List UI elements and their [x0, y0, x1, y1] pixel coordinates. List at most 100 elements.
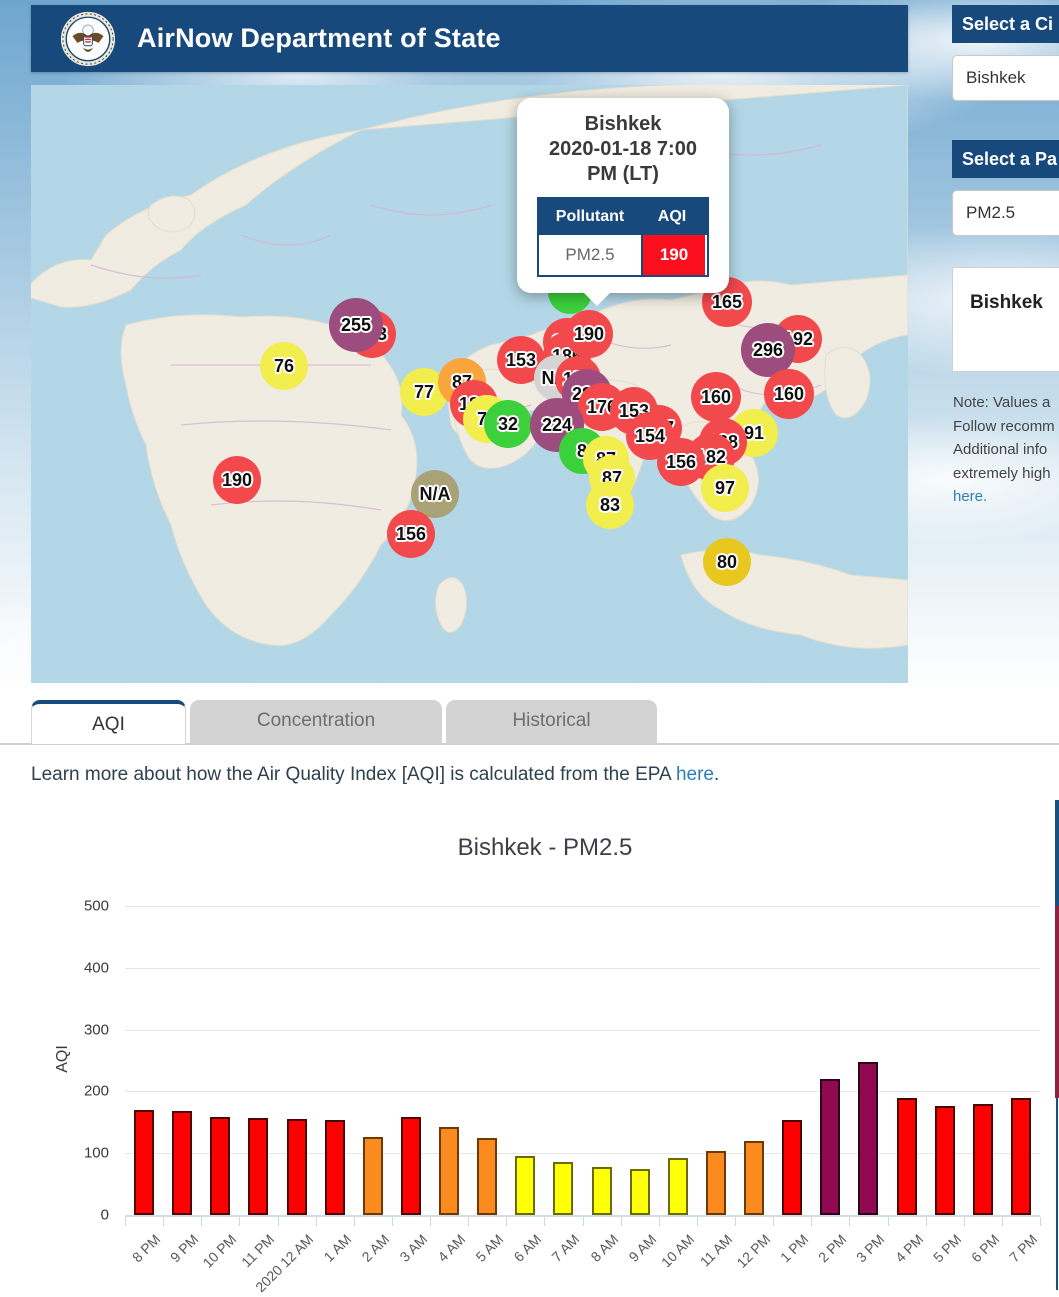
popup-pointer: [583, 292, 611, 306]
bar-2-pm[interactable]: [820, 1079, 840, 1215]
x-axis-tick-label: 7 PM: [1006, 1231, 1040, 1265]
x-axis-tick: [392, 1217, 393, 1226]
epa-here-link[interactable]: here: [676, 764, 714, 785]
popup-col-aqi: AQI: [641, 199, 703, 235]
x-axis-tick-label: 5 PM: [930, 1231, 964, 1265]
x-axis-tick: [163, 1217, 164, 1226]
popup-aqi-value: 190: [643, 235, 705, 275]
page-title: AirNow Department of State: [137, 23, 501, 54]
bar-8-am[interactable]: [592, 1167, 612, 1215]
bar-9-pm[interactable]: [172, 1111, 192, 1215]
aqi-map-marker[interactable]: 83: [586, 481, 634, 529]
gridline: [125, 1091, 1040, 1092]
aqi-map-marker[interactable]: 160: [691, 372, 741, 422]
airnow-page: AirNow Department of State Select a Ci B…: [0, 0, 1059, 1297]
aqi-map-marker[interactable]: 76: [260, 342, 308, 390]
note-text: Note: Values aFollow recommAdditional in…: [953, 394, 1055, 482]
bar-1-am[interactable]: [325, 1120, 345, 1215]
parameter-select[interactable]: PM2.5: [952, 190, 1059, 236]
aqi-map-marker[interactable]: 80: [703, 538, 751, 586]
y-axis-label: AQI: [54, 1045, 72, 1073]
x-axis-tick-label: 4 PM: [891, 1231, 925, 1265]
select-parameter-header: Select a Pa: [952, 140, 1059, 178]
x-axis-tick-label: 8 PM: [129, 1231, 163, 1265]
gridline: [125, 968, 1040, 969]
x-axis-tick: [278, 1217, 279, 1226]
select-city-header: Select a Ci: [952, 5, 1059, 43]
aqi-map-marker[interactable]: 156: [657, 438, 705, 486]
aqi-map-marker[interactable]: 160: [764, 369, 814, 419]
bar-5-pm[interactable]: [935, 1106, 955, 1215]
map-popup: Bishkek 2020-01-18 7:00 PM (LT) Pollutan…: [517, 98, 729, 293]
aqi-map-marker[interactable]: 32: [484, 400, 532, 448]
city-select[interactable]: Bishkek: [952, 55, 1059, 101]
y-axis-tick-label: 300: [55, 1021, 109, 1038]
x-axis-tick-label: 9 PM: [167, 1231, 201, 1265]
y-axis-tick-label: 200: [55, 1083, 109, 1100]
x-axis-tick-label: 9 AM: [625, 1231, 659, 1265]
x-axis-tick: [964, 1217, 965, 1226]
bar-2-am[interactable]: [363, 1137, 383, 1215]
bar-4-pm[interactable]: [897, 1098, 917, 1215]
x-axis-tick: [773, 1217, 774, 1226]
bar-7-am[interactable]: [553, 1162, 573, 1215]
tab-aqi[interactable]: AQI: [31, 700, 186, 744]
popup-col-pollutant: Pollutant: [539, 199, 641, 235]
aqi-map-marker[interactable]: 190: [565, 310, 613, 358]
note-line: extremely high: [953, 465, 1051, 482]
popup-pollutant-value: PM2.5: [539, 235, 643, 275]
y-axis-tick-label: 100: [55, 1145, 109, 1162]
note-line: Additional info: [953, 441, 1047, 458]
x-axis-tick: [125, 1217, 126, 1226]
tab-concentration[interactable]: Concentration: [190, 700, 442, 744]
aqi-map-marker[interactable]: 255: [329, 298, 383, 352]
world-aqi-map[interactable]: 1532557677871817832153197186190N/A156288…: [31, 85, 908, 683]
bar-1-pm[interactable]: [782, 1120, 802, 1215]
bar-11-am[interactable]: [706, 1151, 726, 1215]
bar-3-pm[interactable]: [858, 1062, 878, 1215]
x-axis-tick-label: 6 AM: [511, 1231, 545, 1265]
x-axis-tick-label: 10 AM: [658, 1231, 697, 1270]
bar-6-pm[interactable]: [973, 1104, 993, 1215]
bar-10-pm[interactable]: [210, 1117, 230, 1215]
x-axis-tick: [926, 1217, 927, 1226]
right-edge-legend-strip: [1056, 1098, 1058, 1290]
x-axis-tick-label: 8 AM: [587, 1231, 621, 1265]
y-axis-tick-label: 400: [55, 959, 109, 976]
bar-11-pm[interactable]: [248, 1118, 268, 1215]
x-axis-tick: [583, 1217, 584, 1226]
bar-9-am[interactable]: [630, 1169, 650, 1215]
aqi-map-marker[interactable]: 97: [701, 464, 749, 512]
bar-5-am[interactable]: [477, 1138, 497, 1215]
bar-10-am[interactable]: [668, 1158, 688, 1215]
note-line: Note: Values a: [953, 394, 1050, 411]
bar-2020-12-am[interactable]: [287, 1119, 307, 1215]
x-axis-tick: [239, 1217, 240, 1226]
x-axis-tick: [659, 1217, 660, 1226]
x-axis-tick: [1002, 1217, 1003, 1226]
bar-3-am[interactable]: [401, 1117, 421, 1215]
note-here-link[interactable]: here.: [953, 488, 987, 505]
popup-datetime-1: 2020-01-18 7:00: [517, 137, 729, 162]
x-axis-tick-label: 12 PM: [733, 1231, 773, 1271]
bar-12-pm[interactable]: [744, 1141, 764, 1215]
x-axis-tick: [316, 1217, 317, 1226]
bar-7-pm[interactable]: [1011, 1098, 1031, 1215]
x-axis-tick: [697, 1217, 698, 1226]
x-axis-tick: [506, 1217, 507, 1226]
tab-historical[interactable]: Historical: [446, 700, 657, 744]
popup-datetime-2: PM (LT): [517, 162, 729, 187]
bar-8-pm[interactable]: [134, 1110, 154, 1215]
x-axis-tick-label: 5 AM: [473, 1231, 507, 1265]
x-axis-tick: [1040, 1217, 1041, 1226]
bar-6-am[interactable]: [515, 1156, 535, 1215]
aqi-map-marker[interactable]: 190: [213, 456, 261, 504]
x-axis-tick-label: 2 PM: [815, 1231, 849, 1265]
right-edge-legend-strip: [1055, 800, 1059, 906]
aqi-map-marker[interactable]: 156: [387, 510, 435, 558]
sidebar-note: Note: Values aFollow recommAdditional in…: [953, 391, 1059, 509]
right-edge-legend-strip: [1055, 906, 1059, 1098]
app-header: AirNow Department of State: [31, 5, 908, 72]
bar-4-am[interactable]: [439, 1127, 459, 1215]
x-axis-tick: [735, 1217, 736, 1226]
